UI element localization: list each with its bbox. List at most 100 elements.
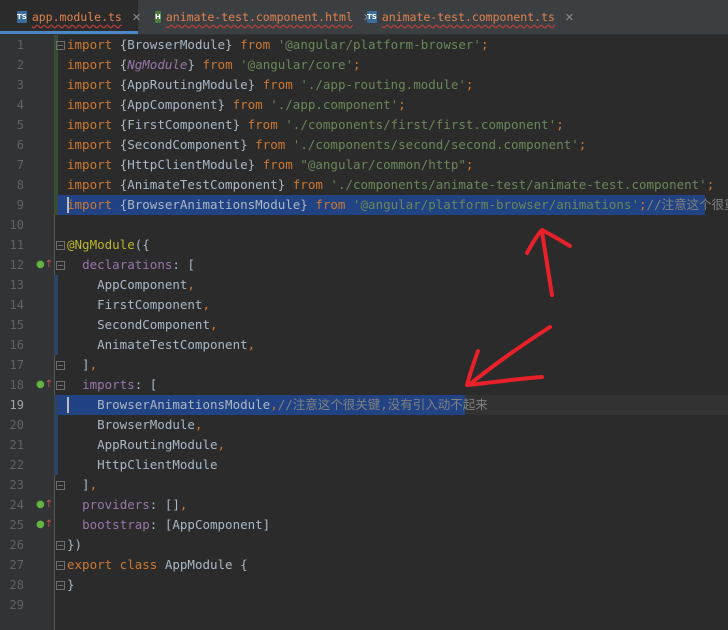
code-token: import	[67, 117, 120, 132]
code-line[interactable]: 23 − ],	[0, 475, 728, 495]
code-line[interactable]: 10	[0, 215, 728, 235]
code-line[interactable]: 25 ●↑ bootstrap: [AppComponent]	[0, 515, 728, 535]
code-token: "@angular/common/http"	[300, 157, 466, 172]
code-line[interactable]: 13 AppComponent,	[0, 275, 728, 295]
code-token: })	[67, 537, 83, 552]
fold-toggle-icon[interactable]: −	[56, 241, 65, 250]
code-token: {BrowserAnimationsModule}	[119, 197, 316, 212]
code-line[interactable]: 22 HttpClientModule	[0, 455, 728, 475]
code-token: : []	[149, 497, 180, 512]
code-line[interactable]: 14 FirstComponent,	[0, 295, 728, 315]
code-text: import {BrowserModule} from '@angular/pl…	[67, 35, 488, 55]
fold-toggle-icon[interactable]: −	[56, 481, 65, 490]
code-token: ,	[187, 277, 195, 292]
fold-toggle-icon[interactable]: −	[56, 361, 65, 370]
code-line[interactable]: 24 ●↑ providers: [],	[0, 495, 728, 515]
tab-app-module-ts[interactable]: TS app.module.ts ✕	[0, 0, 141, 34]
code-line[interactable]: 18 ●↑ − imports: [	[0, 375, 728, 395]
fold-toggle-icon[interactable]: −	[56, 381, 65, 390]
line-number: 28	[9, 578, 24, 592]
code-text: ],	[67, 475, 97, 495]
code-token: ,	[194, 417, 203, 432]
code-token: {BrowserModule}	[119, 37, 241, 52]
vcs-change-marker	[54, 455, 58, 475]
code-line[interactable]: 1 − import {BrowserModule} from '@angular/…	[0, 35, 728, 55]
code-line[interactable]: 2 import {NgModule} from '@angular/core';	[0, 55, 728, 75]
code-text: import {NgModule} from '@angular/core';	[67, 55, 361, 75]
code-line[interactable]: 16 AnimateTestComponent,	[0, 335, 728, 355]
line-number: 26	[9, 538, 24, 552]
code-token: {AppComponent}	[119, 97, 233, 112]
code-line[interactable]: 19 BrowserAnimationsModule,//注意这个很关键,没有引…	[0, 395, 728, 415]
code-line[interactable]: 5 import {FirstComponent} from './compone…	[0, 115, 728, 135]
code-line[interactable]: 11 − @NgModule({	[0, 235, 728, 255]
code-line[interactable]: 21 AppRoutingModule,	[0, 435, 728, 455]
implementation-up-icon[interactable]: ●↑	[36, 515, 53, 535]
code-token: {SecondComponent}	[119, 137, 256, 152]
code-line[interactable]: 7 import {HttpClientModule} from "@angula…	[0, 155, 728, 175]
line-number: 18	[9, 378, 24, 392]
code-text: AppComponent,	[67, 275, 195, 295]
code-line[interactable]: 27 − export class AppModule {	[0, 555, 728, 575]
code-text: import {BrowserAnimationsModule} from '@…	[67, 195, 728, 215]
line-number: 4	[16, 98, 24, 112]
code-token: }	[67, 577, 75, 592]
code-token: from	[247, 117, 286, 132]
code-token: import	[67, 177, 120, 192]
implementation-up-icon[interactable]: ●↑	[36, 495, 53, 515]
line-number: 21	[9, 438, 24, 452]
code-line[interactable]: 28 −}	[0, 575, 728, 595]
code-token: ]	[67, 357, 90, 372]
code-line[interactable]: 17 − ],	[0, 355, 728, 375]
code-token: ,	[202, 297, 210, 312]
code-line[interactable]: 3 import {AppRoutingModule} from './app-r…	[0, 75, 728, 95]
text-caret	[67, 397, 69, 413]
vcs-change-marker	[54, 295, 58, 315]
close-icon[interactable]: ✕	[565, 11, 574, 24]
code-line[interactable]: 29	[0, 595, 728, 615]
vcs-change-marker	[54, 175, 58, 195]
implementation-circle-icon: ●	[36, 519, 45, 530]
vcs-change-marker	[54, 155, 58, 175]
typescript-file-icon: TS	[367, 11, 377, 23]
fold-toggle-icon[interactable]: −	[56, 561, 65, 570]
implementation-up-icon[interactable]: ●↑	[36, 375, 53, 395]
code-line[interactable]: 8 import {AnimateTestComponent} from './c…	[0, 175, 728, 195]
code-token: AppModule {	[164, 557, 248, 572]
code-token: ;	[465, 77, 474, 92]
code-token: import	[67, 97, 120, 112]
code-text: bootstrap: [AppComponent]	[67, 515, 270, 535]
code-token: {HttpClientModule}	[119, 157, 263, 172]
line-number: 23	[9, 478, 24, 492]
tab-animate-test-component-ts[interactable]: TS animate-test.component.ts ✕	[350, 0, 574, 34]
code-token: {FirstComponent}	[119, 117, 248, 132]
code-token: from	[262, 77, 301, 92]
line-number: 25	[9, 518, 24, 532]
line-number: 1	[16, 38, 24, 52]
fold-toggle-icon[interactable]: −	[56, 581, 65, 590]
code-token: ,	[89, 357, 98, 372]
code-text: AppRoutingModule,	[67, 435, 225, 455]
vcs-change-marker	[54, 95, 58, 115]
fold-toggle-icon[interactable]: −	[56, 541, 65, 550]
code-editor[interactable]: 1− import {BrowserModule} from '@angular/…	[0, 35, 728, 630]
code-token: AnimateTestComponent	[67, 337, 248, 352]
code-line[interactable]: 4 import {AppComponent} from './app.compo…	[0, 95, 728, 115]
code-line[interactable]: 12 ●↑ − declarations: [	[0, 255, 728, 275]
code-text: }	[67, 575, 75, 595]
code-line[interactable]: 15 SecondComponent,	[0, 315, 728, 335]
code-line[interactable]: 20 BrowserModule,	[0, 415, 728, 435]
code-token: './components/animate-test/animate-test.…	[330, 177, 707, 192]
code-line[interactable]: 26 −})	[0, 535, 728, 555]
fold-toggle-icon[interactable]: −	[56, 261, 65, 270]
fold-toggle-icon[interactable]: −	[56, 41, 65, 50]
code-token: ;	[398, 97, 406, 112]
code-token: '@angular/core'	[240, 57, 354, 72]
code-line[interactable]: 6 import {SecondComponent} from './compon…	[0, 135, 728, 155]
tab-animate-test-component-html[interactable]: H animate-test.component.html ✕	[138, 0, 372, 34]
code-line[interactable]: 9 import {BrowserAnimationsModule} from '…	[0, 195, 728, 215]
code-text: ],	[67, 355, 97, 375]
implementation-up-icon[interactable]: ●↑	[36, 255, 53, 275]
